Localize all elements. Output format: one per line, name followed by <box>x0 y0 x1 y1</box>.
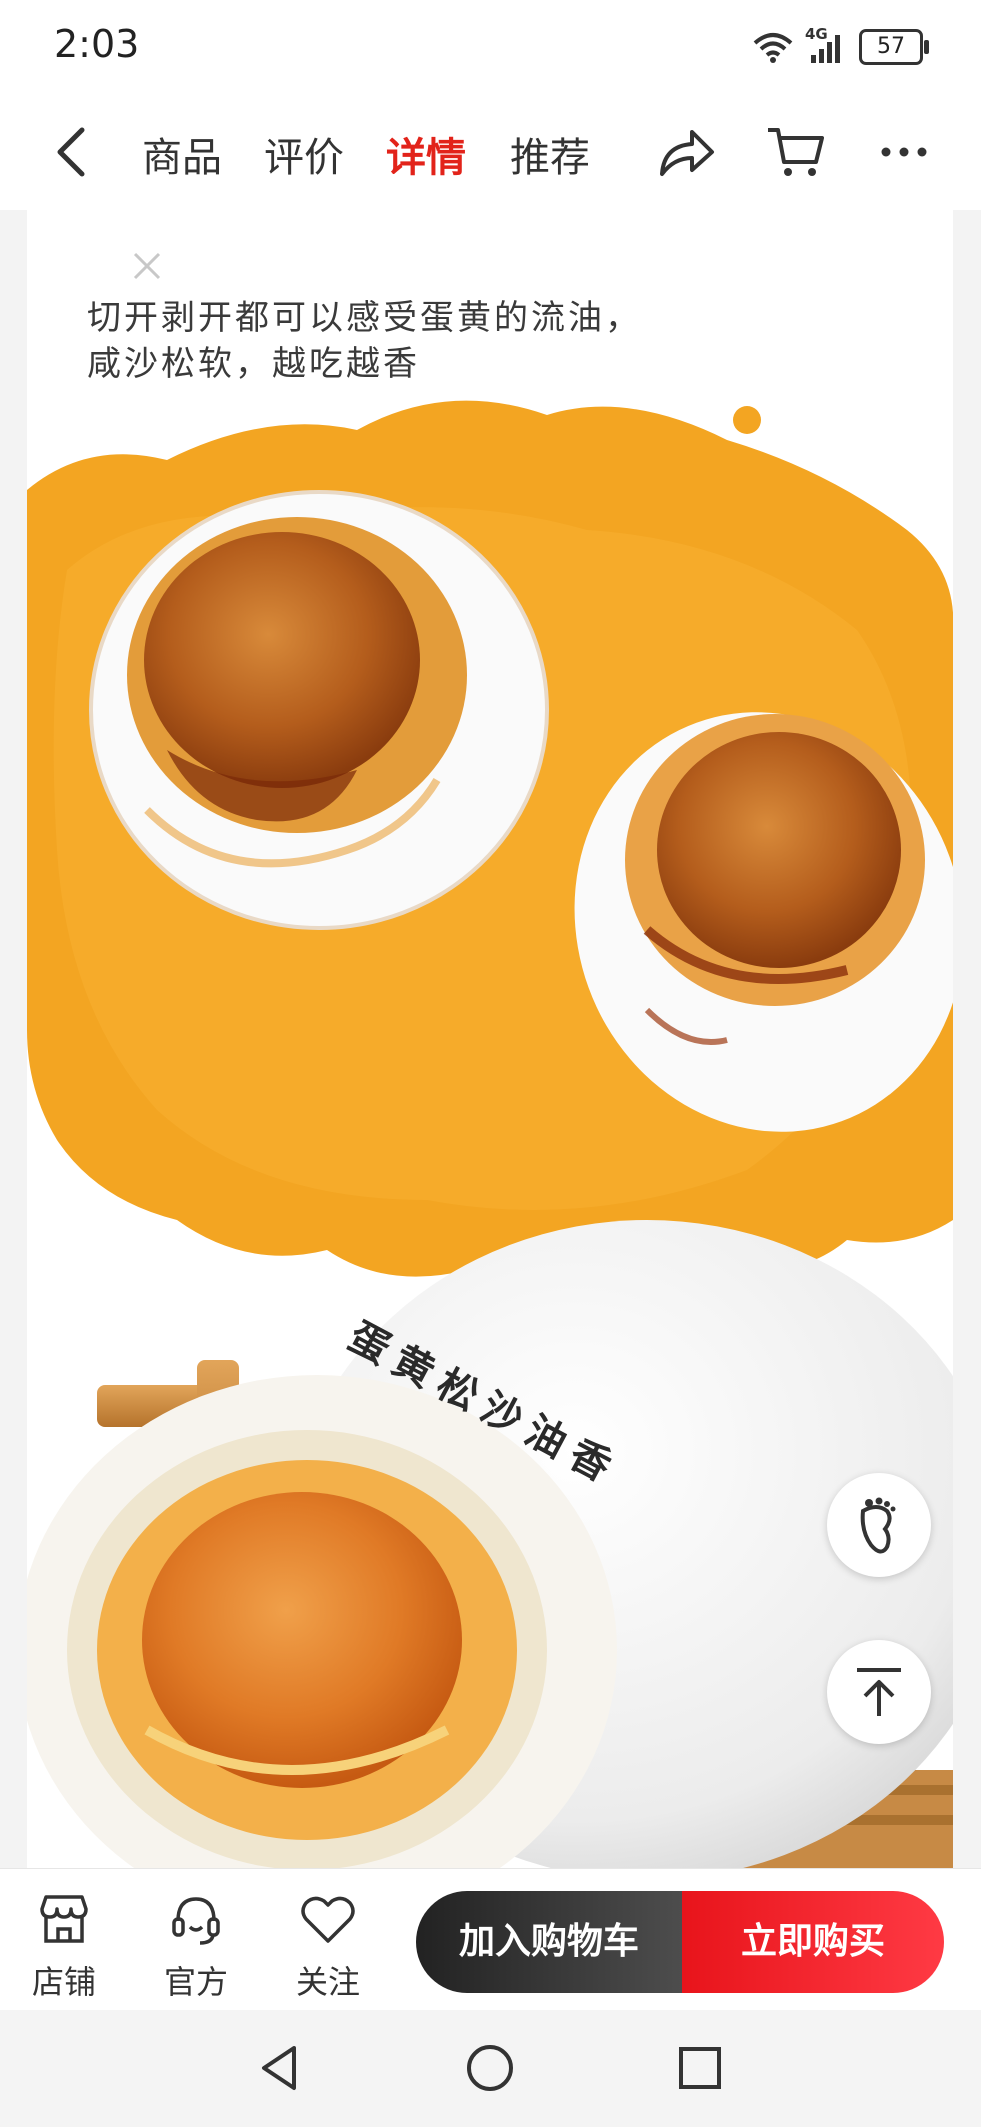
add-to-cart-button[interactable]: 加入购物车 <box>416 1891 682 1993</box>
official-label: 官方 <box>163 1963 228 2001</box>
store-button[interactable]: 店铺 <box>14 1891 114 2003</box>
back-icon[interactable] <box>44 122 104 182</box>
system-nav-bar <box>0 2010 981 2127</box>
tab-recommend[interactable]: 推荐 <box>510 125 590 183</box>
sys-back-icon[interactable] <box>252 2040 308 2096</box>
bottom-action-bar: 店铺 官方 关注 加入购物车 立即购买 <box>0 1868 981 2011</box>
tab-reviews[interactable]: 评价 <box>264 125 344 183</box>
sys-home-icon[interactable] <box>462 2040 518 2096</box>
back-to-top-button[interactable] <box>827 1640 931 1744</box>
heart-icon <box>301 1896 355 1943</box>
caption-line-1: 切开剥开都可以感受蛋黄的流油， <box>87 298 642 338</box>
share-icon[interactable] <box>654 120 718 184</box>
tab-details[interactable]: 详情 <box>386 125 466 183</box>
buy-now-button[interactable]: 立即购买 <box>682 1891 944 1993</box>
tab-product[interactable]: 商品 <box>142 125 222 183</box>
more-icon[interactable] <box>872 120 936 184</box>
status-time: 2:03 <box>54 22 140 66</box>
back-to-top-icon <box>857 1668 901 1716</box>
footprint-button[interactable] <box>827 1473 931 1577</box>
official-button[interactable]: 官方 <box>146 1891 246 2003</box>
store-icon <box>40 1895 88 1943</box>
signal-icon <box>811 35 840 63</box>
sys-recents-icon[interactable] <box>672 2040 728 2096</box>
close-icon[interactable] <box>127 246 167 286</box>
detail-caption: 切开剥开都可以感受蛋黄的流油， 咸沙松软，越吃越香 <box>87 295 642 387</box>
wifi-icon <box>753 33 793 63</box>
follow-button[interactable]: 关注 <box>278 1891 378 2003</box>
top-nav: 商品 评价 详情 推荐 <box>0 95 981 210</box>
footprint-icon <box>860 1497 896 1554</box>
status-icons: 4G 57 <box>751 24 929 70</box>
caption-line-2: 咸沙松软，越吃越香 <box>87 344 420 384</box>
follow-label: 关注 <box>295 1963 360 2001</box>
status-bar: 2:03 4G 57 <box>0 0 981 95</box>
store-label: 店铺 <box>31 1963 96 2001</box>
battery-indicator: 57 <box>859 29 929 65</box>
salted-egg-illustration <box>27 400 953 1868</box>
cart-icon[interactable] <box>764 120 828 184</box>
headset-icon <box>172 1897 220 1945</box>
signal-indicator: 4G <box>805 25 849 65</box>
detail-image: 切开剥开都可以感受蛋黄的流油， 咸沙松软，越吃越香 蛋黄松沙油香 <box>27 210 953 1868</box>
